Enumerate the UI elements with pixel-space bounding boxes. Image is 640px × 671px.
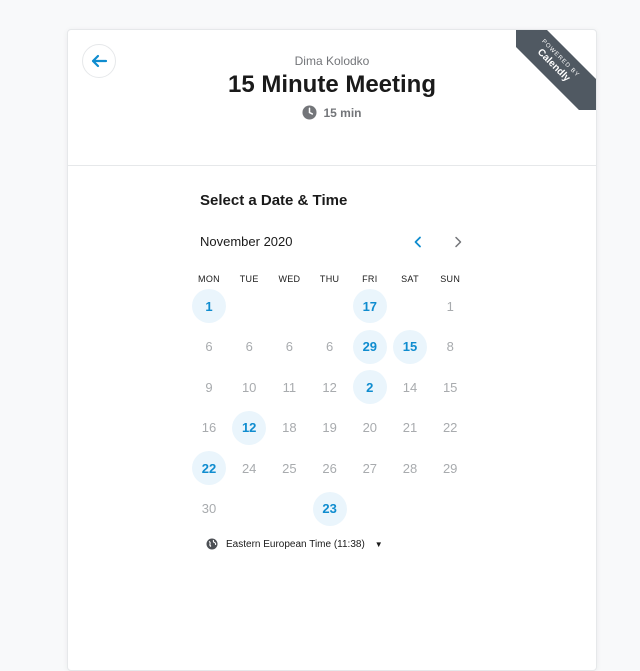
month-navigation: November 2020 [200,234,470,250]
available-date-button[interactable]: 12 [232,410,267,445]
prev-month-button[interactable] [408,232,428,252]
unavailable-date: 22 [442,420,458,435]
unavailable-date: 9 [205,379,213,395]
unavailable-date: 8 [446,339,454,354]
unavailable-date: 1 [446,298,454,314]
unavailable-date: 12 [322,379,337,395]
chevron-left-icon [414,236,421,248]
unavailable-date: 11 [282,379,297,395]
brand-label: Calendly [534,46,573,85]
chevron-right-icon [455,236,462,248]
unavailable-date: 6 [285,339,293,354]
unavailable-date: 14 [402,379,418,395]
unavailable-date: 26 [322,460,337,476]
available-date-button[interactable]: 22 [192,451,226,485]
available-date-button[interactable]: 23 [312,491,347,526]
unavailable-date: 28 [402,460,418,476]
unavailable-date: 15 [442,379,458,395]
caret-down-icon: ▼ [374,539,383,549]
clock-icon [302,105,318,120]
weekday-sat: SAT [401,274,419,284]
event-header: Dima Kolodko 15 Minute Meeting 15 min PO… [68,30,596,166]
powered-by-badge[interactable]: POWERED BY Calendly [516,30,596,110]
unavailable-date: 20 [362,420,378,435]
available-date-button[interactable]: 15 [393,329,427,364]
booking-card: Dima Kolodko 15 Minute Meeting 15 min PO… [67,29,597,671]
section-title: Select a Date & Time [200,192,348,209]
globe-icon [206,538,218,550]
timezone-selector[interactable]: Eastern European Time (11:38) ▼ [206,538,383,550]
powered-by-ribbon: POWERED BY Calendly [516,30,596,110]
unavailable-date: 21 [402,420,418,435]
unavailable-date: 6 [245,339,253,354]
next-month-button[interactable] [448,232,468,252]
unavailable-date: 10 [241,379,257,395]
unavailable-date: 19 [322,420,337,435]
weekday-tue: TUE [239,274,259,284]
unavailable-date: 6 [325,339,334,354]
month-label: November 2020 [200,234,293,249]
unavailable-date: 24 [241,460,257,476]
weekday-thu: THU [319,274,340,284]
unavailable-date: 25 [282,460,297,476]
unavailable-date: 16 [201,420,217,435]
weekday-sun: SUN [440,274,461,284]
available-date-button[interactable]: 29 [352,329,387,364]
available-date-button[interactable]: 2 [352,370,387,404]
weekday-fri: FRI [362,274,378,284]
duration-label: 15 min [323,105,362,120]
unavailable-date: 18 [282,420,297,435]
available-date-button[interactable]: 1 [192,289,226,323]
timezone-label: Eastern European Time (11:38) [226,538,365,550]
unavailable-date: 27 [362,460,378,476]
available-date-button[interactable]: 17 [352,289,387,323]
weekday-wed: WED [278,274,301,284]
weekday-mon: MON [198,274,220,284]
unavailable-date: 6 [205,339,213,354]
unavailable-date: 29 [442,460,458,476]
unavailable-date: 30 [201,501,217,516]
